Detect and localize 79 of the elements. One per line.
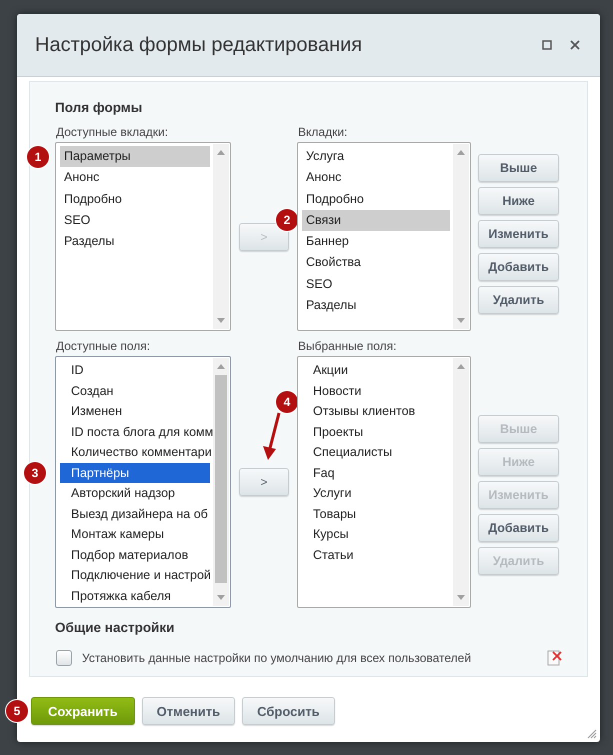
list-item[interactable]: Отзывы клиентов <box>302 401 450 422</box>
list-label: Доступные поля: <box>56 339 152 353</box>
list-box[interactable]: Акции Новости Отзывы клиентов Проекты Специалисты Faq Услуги Товары Курсы Статьи <box>297 356 471 608</box>
list-item[interactable]: Курсы <box>302 524 450 544</box>
section-heading: Поля формы <box>55 100 144 115</box>
scroll-up-icon[interactable] <box>457 363 465 369</box>
list-item[interactable]: Услуга <box>302 146 450 168</box>
list-item[interactable]: Услуги <box>302 483 450 504</box>
close-icon[interactable] <box>568 38 582 52</box>
number-badge: 3 <box>24 462 46 484</box>
list-item[interactable]: Свойства <box>302 252 450 274</box>
scroll-down-icon[interactable] <box>457 595 465 601</box>
list-item[interactable]: Баннер <box>302 231 450 252</box>
checkbox-label: Установить данные настройки по умолчанию для всех пользователей <box>82 650 472 664</box>
list-item[interactable]: Параметры <box>60 146 210 168</box>
move-button[interactable]: > <box>239 468 289 496</box>
scroll-up-icon[interactable] <box>457 149 465 155</box>
list-item[interactable]: Подбор материалов <box>60 544 210 565</box>
list-item[interactable]: ID <box>60 360 210 380</box>
list-item[interactable]: Проекты <box>302 422 450 442</box>
list-item[interactable]: Подробно <box>60 188 210 210</box>
list-item[interactable]: SEO <box>302 274 450 296</box>
scroll-down-icon[interactable] <box>457 318 465 324</box>
number-badge: 4 <box>276 391 298 413</box>
scrollbar[interactable] <box>453 144 469 329</box>
scroll-down-icon[interactable] <box>217 595 225 601</box>
list-item[interactable]: Протяжка кабеля <box>60 586 210 606</box>
list-item[interactable]: Статьи <box>302 544 450 565</box>
scroll-up-icon[interactable] <box>217 363 225 369</box>
list-item[interactable]: Выезд дизайнера на об <box>60 504 210 524</box>
list-item[interactable]: Создан <box>60 380 210 401</box>
list-item[interactable]: Товары <box>302 504 450 524</box>
resize-grip-icon[interactable] <box>587 729 597 739</box>
list-action-button[interactable]: Ниже <box>478 187 559 215</box>
list-label: Вкладки: <box>298 125 348 139</box>
list-item[interactable]: Анонс <box>302 167 450 189</box>
scroll-down-icon[interactable] <box>217 318 225 324</box>
list-item[interactable]: Монтаж камеры <box>60 524 210 544</box>
list-label: Выбранные поля: <box>298 339 398 353</box>
list-item[interactable]: Анонс <box>60 167 210 189</box>
list-item[interactable]: Авторский надзор <box>60 483 210 504</box>
list-action-button[interactable]: Добавить <box>478 514 559 542</box>
list-item[interactable]: Разделы <box>302 295 450 316</box>
dialog-title: Настройка формы редактирования <box>35 34 364 56</box>
scrollbar[interactable] <box>453 358 469 606</box>
list-item[interactable]: Новости <box>302 380 450 401</box>
list-item[interactable]: Изменен <box>60 401 210 422</box>
checkbox[interactable] <box>56 650 72 666</box>
delete-settings-icon[interactable] <box>547 649 563 666</box>
list-action-button[interactable]: Удалить <box>478 286 559 314</box>
list-box[interactable]: ID Создан Изменен ID поста блога для комм Количество комментари Партнёры Авторский надзор Выезд дизайнера на об Монтаж камеры Подбор материалов Подключение и настрой Протяжка кабеля <box>55 356 231 608</box>
list-item[interactable]: Партнёры <box>60 462 210 483</box>
list-action-button[interactable]: Добавить <box>478 253 559 281</box>
number-badge: 1 <box>27 146 49 168</box>
list-item[interactable]: SEO <box>60 210 210 232</box>
scrollbar[interactable] <box>213 144 229 329</box>
list-item[interactable]: ID поста блога для комм <box>60 422 210 442</box>
list-item[interactable]: Акции <box>302 360 450 380</box>
dialog-button[interactable]: Сбросить <box>242 697 335 725</box>
number-badge: 5 <box>6 700 28 722</box>
list-item[interactable]: Количество комментари <box>60 442 210 462</box>
list-label: Доступные вкладки: <box>56 125 170 139</box>
list-item[interactable]: Связи <box>302 210 450 232</box>
number-badge: 2 <box>276 209 298 232</box>
list-action-button[interactable]: Изменить <box>478 220 559 248</box>
list-action-button[interactable]: Выше <box>478 154 559 182</box>
dialog-button[interactable]: Отменить <box>142 697 236 725</box>
list-box[interactable]: Параметры Анонс Подробно SEO Разделы <box>55 142 231 331</box>
list-item[interactable]: Faq <box>302 462 450 483</box>
maximize-icon[interactable] <box>540 38 554 52</box>
section-heading: Общие настройки <box>55 620 176 635</box>
list-item[interactable]: Подробно <box>302 188 450 210</box>
list-item[interactable]: Разделы <box>60 231 210 252</box>
annotation-arrow <box>262 412 282 461</box>
scrollbar[interactable] <box>213 358 229 606</box>
list-item[interactable]: Подключение и настрой <box>60 565 210 586</box>
list-item[interactable]: Специалисты <box>302 442 450 462</box>
list-box[interactable]: Услуга Анонс Подробно Связи Баннер Свойства SEO Разделы <box>297 142 471 331</box>
scroll-up-icon[interactable] <box>217 149 225 155</box>
